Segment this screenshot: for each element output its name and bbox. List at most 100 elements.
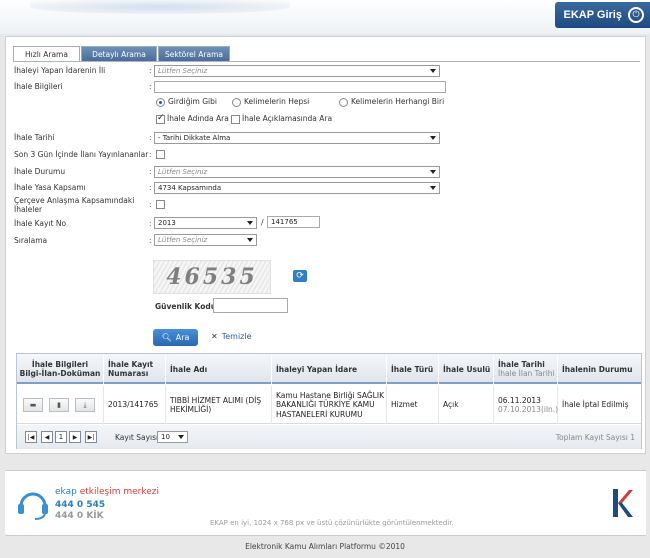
col-header-tarih[interactable]: İhale Tarihi İhale İlan Tarihi [494, 354, 558, 384]
last-page-button[interactable]: ▶| [85, 431, 97, 443]
col-header-sublabel: İhale İlan Tarihi [498, 369, 555, 378]
resolution-note: EKAP en iyi, 1024 x 768 px ve üstü çözün… [210, 519, 454, 527]
current-page[interactable]: 1 [55, 431, 67, 443]
search-panel: Hızlı Arama Detaylı Arama Sektörel Arama… [5, 36, 646, 454]
colon: : [149, 219, 152, 228]
results-table: İhale Bilgileri Bilgi-İlan-Doküman İhale … [16, 353, 642, 449]
next-page-button[interactable]: ▶ [69, 431, 81, 443]
col-header-label: İhaleyi Yapan İdare [276, 364, 358, 374]
cell-durum: İhale İptal Edilmiş [558, 386, 641, 424]
radio-kelimelerin-herhangi-biri[interactable] [339, 98, 348, 107]
phone-number: 444 0 545 [55, 500, 106, 510]
chevron-down-icon [247, 221, 253, 225]
yasa-kapsami-value: 4734 Kapsamında [158, 184, 222, 192]
col-header-kayit-no[interactable]: İhale Kayıt Numarası [104, 354, 166, 384]
checkbox-son-3-gun[interactable] [156, 150, 165, 159]
checkbox-ihale-aciklamasinda-ara[interactable] [231, 115, 240, 124]
chevron-down-icon [430, 136, 436, 140]
table-row[interactable]: ▬ ▮ ⤓ 2013/141765 TIBBİ HİZMET ALIMI (Dİ… [17, 386, 641, 424]
close-icon: ✕ [211, 332, 218, 341]
colon: : [149, 200, 152, 209]
kayit-numara-input[interactable]: 141765 [267, 216, 320, 228]
refresh-captcha-button[interactable]: ⟳ [293, 270, 307, 282]
colon: : [149, 150, 152, 159]
refresh-icon: ⟳ [296, 271, 304, 281]
colon: : [149, 133, 152, 142]
ihale-durumu-value: Lütfen Seçiniz [158, 168, 208, 176]
ihale-adi-line: TIBBİ HİZMET ALIMI (DİŞ [170, 395, 262, 405]
ihale-tarihi-label: İhale Tarihi [14, 133, 55, 142]
col-header-sublabel: Numarası [108, 369, 149, 378]
document-icon[interactable]: ▮ [49, 398, 69, 412]
tab-detayli-arama[interactable]: Detaylı Arama [81, 46, 157, 61]
col-header-durum[interactable]: İhalenin Durumu [558, 354, 641, 384]
ihale-adi-line: HEKİMLİĞİ) [170, 405, 212, 414]
search-button[interactable]: 🔍︎ Ara [153, 329, 198, 346]
search-icon: 🔍︎ [161, 333, 172, 342]
radio-kelimelerin-hepsi[interactable] [232, 98, 241, 107]
kayit-yil-select[interactable]: 2013 [154, 217, 257, 229]
brand-ekap-word: ekap [55, 487, 77, 497]
ekap-brand: ekap etkileşim merkezi [55, 487, 159, 497]
captcha-image: 46535 [153, 260, 271, 294]
footer: ekap etkileşim merkezi 444 0 545 444 0 K… [5, 470, 646, 536]
ihale-bilgileri-input[interactable] [154, 81, 446, 93]
power-icon: ⏻ [628, 7, 644, 23]
checkbox-cerceve-anlasma[interactable] [156, 200, 165, 209]
col-header-sublabel: Bilgi-İlan-Doküman [19, 369, 101, 378]
search-button-label: Ara [175, 333, 190, 342]
col-header-ihale-bilgileri[interactable]: İhale Bilgileri Bilgi-İlan-Doküman [17, 354, 104, 384]
ihale-durumu-select[interactable]: Lütfen Seçiniz [154, 166, 440, 178]
col-header-tur[interactable]: İhale Türü [387, 354, 439, 384]
radio-girdigim-gibi[interactable] [156, 98, 165, 107]
copyright: Elektronik Kamu Alımları Platformu ©2010 [245, 542, 405, 551]
folder-icon[interactable]: ▬ [23, 398, 43, 412]
ihale-bilgileri-label: İhale Bilgileri [14, 82, 63, 91]
headset-icon [18, 492, 48, 520]
tab-hizli-arama[interactable]: Hızlı Arama [13, 46, 80, 62]
il-select[interactable]: Lütfen Seçiniz [154, 65, 440, 77]
tur-text: Hizmet [391, 400, 418, 410]
col-header-label: İhale Tarihi [498, 360, 545, 369]
col-header-ihale-adi[interactable]: İhale Adı [166, 354, 272, 384]
durum-text: İhale İptal Edilmiş [562, 400, 629, 410]
first-page-button[interactable]: |◀ [25, 431, 37, 443]
col-header-label: İhale Bilgileri [31, 360, 89, 369]
pager: |◀ ◀ 1 ▶ ▶| Kayıt Sayısı 10 Toplam Kayıt… [17, 425, 641, 449]
siralama-select[interactable]: Lütfen Seçiniz [154, 234, 257, 246]
page-size-select[interactable]: 10 [157, 431, 188, 443]
col-header-label: İhale Usulü [443, 364, 491, 374]
idare-line: BAKANLIĞI TÜRKİYE KAMU [276, 400, 375, 410]
idare-line: Kamu Hastane Birliği SAĞLIK [276, 390, 384, 400]
top-header: EKAP Giriş ⏻ [0, 0, 650, 34]
son-3-gun-label: Son 3 Gün İçinde İlanı Yayınlananlar [14, 150, 149, 159]
checkbox-label: İhale Adında Ara [167, 114, 229, 123]
checkbox-ihale-adinda-ara[interactable] [156, 113, 165, 124]
yasa-kapsami-select[interactable]: 4734 Kapsamında [154, 182, 440, 194]
kayit-no-text: 2013/141765 [108, 400, 159, 410]
col-header-idare[interactable]: İhaleyi Yapan İdare [272, 354, 387, 384]
kayit-yil-value: 2013 [158, 219, 176, 227]
ihale-tarihi-select[interactable]: - Tarihi Dikkate Alma [154, 132, 440, 144]
download-icon[interactable]: ⤓ [75, 398, 95, 412]
tarih-text: 06.11.2013 [498, 395, 541, 405]
prev-page-button[interactable]: ◀ [41, 431, 53, 443]
tab-sektorel-arama[interactable]: Sektörel Arama [158, 46, 230, 61]
guvenlik-kodu-label: Güvenlik Kodu [155, 302, 217, 311]
il-label: İhaleyi Yapan İdarenin İli [14, 66, 106, 75]
clear-button[interactable]: ✕ Temizle [211, 332, 252, 341]
guvenlik-kodu-input[interactable] [213, 298, 288, 313]
col-header-usul[interactable]: İhale Usulü [439, 354, 494, 384]
total-count: Toplam Kayıt Sayısı 1 [555, 433, 635, 442]
tabs-divider [13, 61, 640, 62]
ekap-login-button[interactable]: EKAP Giriş ⏻ [555, 2, 650, 28]
col-header-label: İhalenin Durumu [562, 364, 633, 374]
colon: : [149, 82, 152, 91]
tab-label: Detaylı Arama [92, 49, 146, 59]
cell-ihale-adi: TIBBİ HİZMET ALIMI (DİŞ HEKİMLİĞİ) [166, 386, 272, 424]
radio-label: Kelimelerin Hepsi [244, 97, 310, 106]
tab-label: Hızlı Arama [25, 50, 68, 59]
cell-usul: Açık [439, 386, 494, 424]
col-header-label: İhale Adı [170, 364, 208, 374]
header-decoration [30, 0, 290, 14]
